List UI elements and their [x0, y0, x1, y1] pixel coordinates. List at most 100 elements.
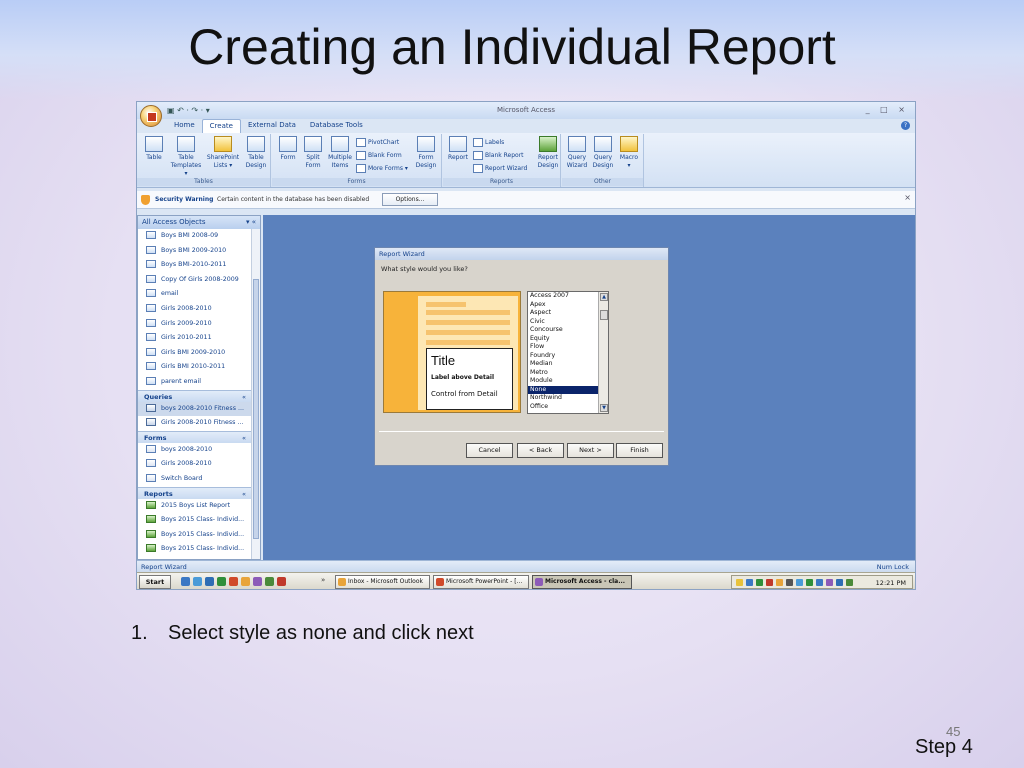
multiple-items-button[interactable]: Multiple Items: [326, 136, 354, 170]
report-design-button[interactable]: Report Design: [535, 136, 561, 170]
ie-icon[interactable]: [181, 577, 190, 586]
style-option[interactable]: Equity: [528, 335, 598, 344]
style-option[interactable]: Flow: [528, 343, 598, 352]
style-listbox[interactable]: Access 2007 Apex Aspect Civic Concourse Equit…: [527, 291, 609, 414]
table-templates-button[interactable]: Table Templates ▾: [169, 136, 203, 178]
style-option[interactable]: Aspect: [528, 309, 598, 318]
nav-item[interactable]: Girls 2009-2010: [138, 317, 252, 332]
nav-item[interactable]: Girls BMI 2010-2011: [138, 360, 252, 375]
tab-external-data[interactable]: External Data: [241, 119, 303, 133]
nav-item[interactable]: email: [138, 287, 252, 302]
nav-item[interactable]: Girls 2008-2010: [138, 302, 252, 317]
tray-icon[interactable]: [756, 579, 763, 586]
nav-header[interactable]: All Access Objects ▾ «: [138, 216, 260, 229]
word-icon[interactable]: [205, 577, 214, 586]
nav-section-queries[interactable]: Queries «: [138, 389, 260, 403]
tray-icon[interactable]: [796, 579, 803, 586]
task-outlook[interactable]: Inbox - Microsoft Outlook: [335, 575, 430, 589]
query-design-button[interactable]: Query Design: [590, 136, 616, 170]
office-button-icon[interactable]: [140, 105, 162, 127]
nav-item[interactable]: Girls BMI 2009-2010: [138, 346, 252, 361]
style-option[interactable]: Civic: [528, 318, 598, 327]
macro-button[interactable]: Macro ▾: [616, 136, 642, 170]
nav-item[interactable]: Boys BMI-2010-2011: [138, 258, 252, 273]
nav-item[interactable]: Boys 2015 Class- Individ...: [138, 513, 252, 528]
access-icon[interactable]: [253, 577, 262, 586]
tab-create[interactable]: Create: [201, 119, 241, 133]
scroll-up-icon[interactable]: ▲: [600, 293, 608, 301]
style-option[interactable]: Access 2007: [528, 292, 598, 301]
excel-icon[interactable]: [217, 577, 226, 586]
nav-item[interactable]: Girls 2010-2011: [138, 331, 252, 346]
style-option[interactable]: Office: [528, 403, 598, 412]
pivotchart-button[interactable]: PivotChart: [356, 138, 399, 147]
blank-report-button[interactable]: Blank Report: [473, 151, 524, 160]
style-option[interactable]: Foundry: [528, 352, 598, 361]
form-button[interactable]: Form: [276, 136, 300, 162]
nav-item[interactable]: Boys 2015 Class- Individ...: [138, 528, 252, 543]
nav-item[interactable]: Boys BMI 2008-09: [138, 229, 252, 244]
nav-item[interactable]: 2015 Boys List Report: [138, 499, 252, 514]
app-icon[interactable]: [277, 577, 286, 586]
help-icon[interactable]: ?: [901, 121, 910, 130]
nav-header-controls[interactable]: ▾ «: [246, 216, 256, 229]
tray-icon[interactable]: [806, 579, 813, 586]
tray-icon[interactable]: [816, 579, 823, 586]
close-icon[interactable]: ×: [904, 193, 911, 202]
style-option[interactable]: Northwind: [528, 394, 598, 403]
window-controls[interactable]: _ □ ×: [866, 105, 909, 114]
style-option[interactable]: Median: [528, 360, 598, 369]
tray-icon[interactable]: [736, 579, 743, 586]
nav-item[interactable]: Switch Board: [138, 472, 252, 487]
tray-icon[interactable]: [746, 579, 753, 586]
listbox-scrollbar[interactable]: ▲ ▼: [598, 292, 608, 413]
tray-icon[interactable]: [836, 579, 843, 586]
more-forms-button[interactable]: More Forms ▾: [356, 164, 408, 173]
browser-icon[interactable]: [193, 577, 202, 586]
publisher-icon[interactable]: [265, 577, 274, 586]
outlook-icon[interactable]: [241, 577, 250, 586]
tray-icon[interactable]: [776, 579, 783, 586]
labels-button[interactable]: Labels: [473, 138, 504, 147]
nav-item[interactable]: Boys 2015 Class- Individ...: [138, 542, 252, 557]
style-option[interactable]: Module: [528, 377, 598, 386]
tray-icon[interactable]: [766, 579, 773, 586]
finish-button[interactable]: Finish: [616, 443, 663, 458]
cancel-button[interactable]: Cancel: [466, 443, 513, 458]
nav-section-forms[interactable]: Forms «: [138, 430, 260, 444]
table-design-button[interactable]: Table Design: [243, 136, 269, 170]
style-option[interactable]: Apex: [528, 301, 598, 310]
task-powerpoint[interactable]: Microsoft PowerPoint - [...: [433, 575, 529, 589]
blank-form-button[interactable]: Blank Form: [356, 151, 402, 160]
nav-scrollbar[interactable]: [251, 229, 260, 559]
table-button[interactable]: Table: [141, 136, 167, 162]
nav-section-reports[interactable]: Reports «: [138, 486, 260, 500]
collapse-icon[interactable]: «: [242, 488, 246, 500]
tray-icon[interactable]: [846, 579, 853, 586]
collapse-icon[interactable]: «: [242, 391, 246, 403]
query-wizard-button[interactable]: Query Wizard: [564, 136, 590, 170]
tray-icon[interactable]: [786, 579, 793, 586]
listbox-scroll-thumb[interactable]: [600, 310, 608, 320]
report-button[interactable]: Report: [445, 136, 471, 162]
nav-item[interactable]: Copy Of Girls 2008-2009: [138, 273, 252, 288]
start-button[interactable]: Start: [139, 575, 171, 589]
style-option[interactable]: Concourse: [528, 326, 598, 335]
nav-item[interactable]: boys 2008-2010: [138, 443, 252, 458]
sharepoint-lists-button[interactable]: SharePoint Lists ▾: [205, 136, 241, 170]
tab-database-tools[interactable]: Database Tools: [303, 119, 370, 133]
style-option[interactable]: Metro: [528, 369, 598, 378]
nav-item[interactable]: Boys BMI 2009-2010: [138, 244, 252, 259]
scroll-down-icon[interactable]: ▼: [600, 404, 608, 412]
task-access[interactable]: Microsoft Access - cla...: [532, 575, 632, 589]
back-button[interactable]: < Back: [517, 443, 564, 458]
tab-home[interactable]: Home: [167, 119, 202, 133]
nav-item[interactable]: Girls 2008-2010: [138, 457, 252, 472]
options-button[interactable]: Options...: [382, 193, 438, 206]
split-form-button[interactable]: Split Form: [302, 136, 324, 170]
quick-launch-chevron-icon[interactable]: »: [321, 576, 325, 584]
powerpoint-icon[interactable]: [229, 577, 238, 586]
report-wizard-button[interactable]: Report Wizard: [473, 164, 527, 173]
next-button[interactable]: Next >: [567, 443, 614, 458]
collapse-icon[interactable]: «: [242, 432, 246, 444]
